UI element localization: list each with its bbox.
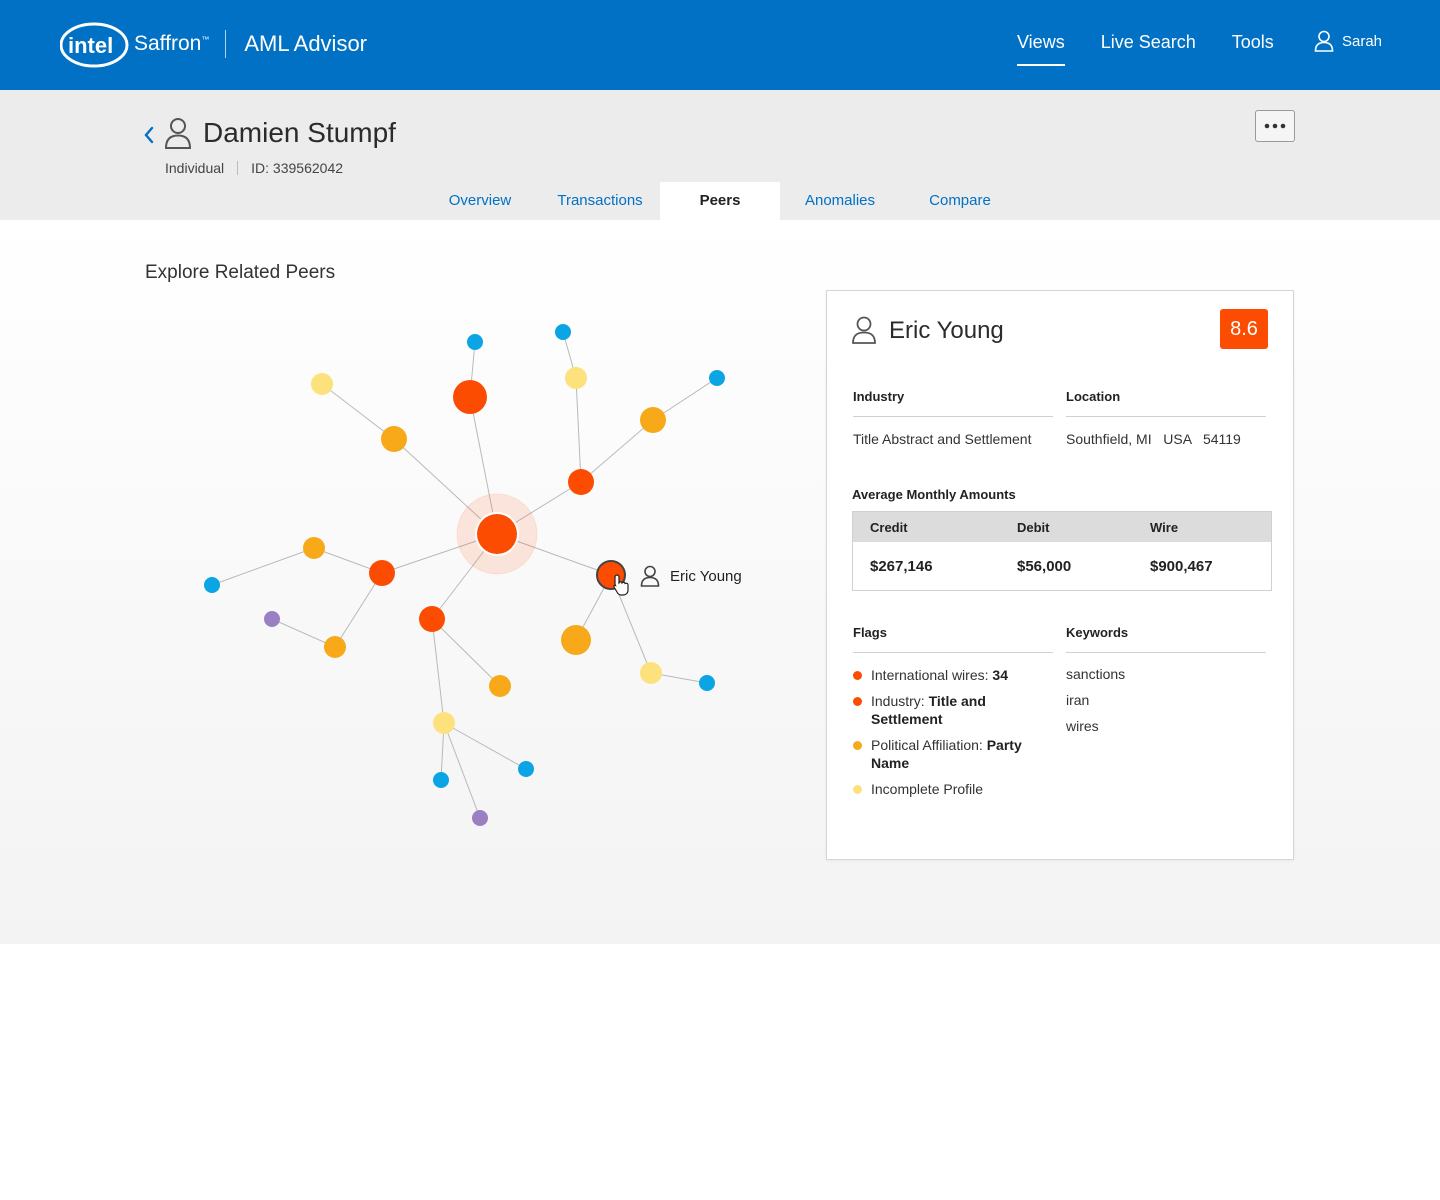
person-icon [852, 316, 876, 344]
divider [853, 652, 1053, 653]
flag-text: Political Affiliation: [871, 737, 987, 753]
peer-node[interactable] [311, 373, 333, 395]
peer-node[interactable] [419, 606, 445, 632]
peer-node[interactable] [561, 625, 591, 655]
peer-node[interactable] [264, 611, 280, 627]
wire-value: $900,467 [1150, 557, 1213, 575]
industry-value: Title Abstract and Settlement [853, 431, 1032, 447]
entity-tabs: Overview Transactions Peers Anomalies Co… [420, 182, 1020, 220]
flags-label: Flags [853, 625, 887, 640]
industry-label: Industry [853, 389, 905, 404]
peer-node[interactable] [518, 761, 534, 777]
peer-node[interactable] [369, 560, 395, 586]
peer-name: Eric Young [889, 317, 1004, 344]
peer-node[interactable] [640, 662, 662, 684]
peer-node[interactable] [568, 469, 594, 495]
wire-header: Wire [1150, 519, 1179, 535]
intel-logo: intel [60, 20, 130, 68]
amounts-table: Credit Debit Wire $267,146 $56,000 $900,… [852, 511, 1272, 591]
user-name: Sarah [1342, 32, 1383, 50]
flag-item: Industry: Title and Settlement [853, 692, 1053, 728]
flag-dot [853, 785, 862, 794]
credit-header: Credit [870, 519, 908, 535]
keyword-item: wires [1066, 718, 1099, 734]
flag-text: Industry: [871, 693, 929, 709]
hover-tooltip: Eric Young [640, 565, 742, 587]
person-icon [640, 565, 660, 587]
main-nav: Views Live Search Tools [1017, 32, 1310, 66]
flag-dot [853, 671, 862, 680]
entity-id: ID: 339562042 [251, 160, 344, 176]
location-value: Southfield, MI USA 54119 [1066, 431, 1241, 447]
keyword-item: sanctions [1066, 666, 1126, 682]
peer-node[interactable] [381, 426, 407, 452]
back-chevron-icon[interactable] [142, 125, 156, 145]
risk-score-badge: 8.6 [1220, 309, 1268, 349]
meta-divider [237, 161, 239, 175]
section-title: Explore Related Peers [145, 262, 336, 283]
flag-item: Incomplete Profile [853, 780, 1053, 798]
peer-node[interactable] [453, 380, 487, 414]
brand-logo[interactable]: intel Saffron ™ AML Advisor [60, 18, 367, 70]
location-label: Location [1066, 389, 1121, 404]
keyword-item: iran [1066, 692, 1090, 708]
peer-node[interactable] [433, 772, 449, 788]
peer-node[interactable] [565, 367, 587, 389]
peer-node[interactable] [555, 324, 571, 340]
app-title: AML Advisor [244, 31, 368, 56]
divider [1066, 416, 1266, 417]
trademark-mark: ™ [201, 34, 210, 44]
debit-header: Debit [1017, 519, 1050, 535]
peer-node[interactable] [467, 334, 483, 350]
flag-text: Incomplete Profile [871, 781, 984, 797]
center-node-damien-stumpf[interactable] [477, 514, 517, 554]
tab-transactions[interactable]: Transactions [540, 182, 660, 220]
flag-item: International wires: 34 [853, 666, 1053, 684]
tab-peers[interactable]: Peers [660, 182, 780, 220]
entity-meta: Individual ID: 339562042 [165, 160, 343, 176]
amounts-value-row: $267,146 $56,000 $900,467 [853, 542, 1271, 590]
keywords-label: Keywords [1066, 625, 1129, 640]
flag-value: 34 [992, 667, 1008, 683]
peer-node[interactable] [324, 636, 346, 658]
peer-node[interactable] [640, 407, 666, 433]
tab-anomalies[interactable]: Anomalies [780, 182, 900, 220]
brand-name: Saffron [134, 32, 202, 55]
flag-text: International wires: [871, 667, 993, 683]
entity-type: Individual [165, 160, 225, 176]
svg-text:intel: intel [68, 33, 113, 58]
entity-name: Damien Stumpf [203, 117, 396, 148]
nav-views[interactable]: Views [1017, 32, 1065, 66]
flag-dot [853, 741, 862, 750]
flag-item: Political Affiliation: Party Name [853, 736, 1053, 772]
hover-name: Eric Young [670, 567, 742, 585]
nav-live-search[interactable]: Live Search [1101, 32, 1196, 66]
debit-value: $56,000 [1017, 557, 1072, 575]
top-bar: intel Saffron ™ AML Advisor Views Live Se… [0, 0, 1440, 90]
user-menu[interactable]: Sarah [1314, 30, 1382, 52]
nav-tools[interactable]: Tools [1232, 32, 1274, 66]
peer-node[interactable] [489, 675, 511, 697]
peer-node[interactable] [699, 675, 715, 691]
more-options-button[interactable] [1255, 110, 1295, 142]
peer-node[interactable] [204, 577, 220, 593]
flag-dot [853, 697, 862, 706]
peer-node[interactable] [709, 370, 725, 386]
user-icon [1314, 30, 1334, 52]
credit-value: $267,146 [870, 557, 933, 575]
peer-node[interactable] [472, 810, 488, 826]
peer-node[interactable] [303, 537, 325, 559]
peer-detail-card: Eric Young 8.6 Industry Title Abstract a… [826, 290, 1294, 860]
logo-divider [225, 30, 227, 58]
amounts-title: Average Monthly Amounts [852, 487, 1016, 502]
divider [853, 416, 1053, 417]
ellipsis-icon [1264, 123, 1286, 129]
tab-compare[interactable]: Compare [900, 182, 1020, 220]
person-icon [164, 118, 192, 149]
peer-node[interactable] [433, 712, 455, 734]
amounts-header-row: Credit Debit Wire [853, 512, 1271, 542]
tab-overview[interactable]: Overview [420, 182, 540, 220]
divider [1066, 652, 1266, 653]
